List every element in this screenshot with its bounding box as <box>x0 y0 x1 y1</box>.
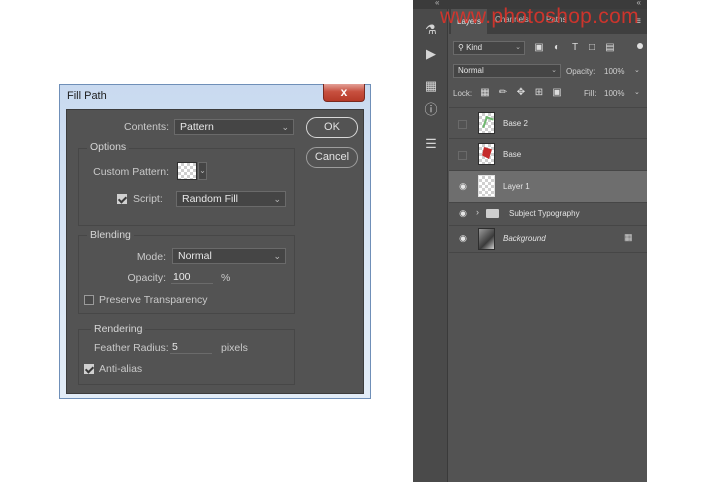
layer-thumbnail <box>478 143 495 165</box>
brush-settings-icon[interactable]: ⚗ <box>422 21 440 39</box>
dialog-body: Contents: Pattern ⌄ Options Custom Patte… <box>66 109 364 394</box>
filter-pixel-icon[interactable]: ▣ <box>533 42 545 53</box>
chevron-down-icon: ⌄ <box>273 194 281 204</box>
opacity-label: Opacity: <box>127 272 166 284</box>
folder-icon <box>486 209 499 218</box>
layers-panel-window: « « ⚗ ▶ ▦ ⓘ ☰ Layers Channels Paths ≡ ⚲ … <box>413 0 647 482</box>
lock-icon: ▦ <box>624 232 633 242</box>
watermark-text: www.photoshop.com <box>440 5 639 28</box>
opacity-label: Opacity: <box>566 67 596 76</box>
rendering-title: Rendering <box>91 323 146 335</box>
layer-row-base[interactable]: Base <box>449 139 647 171</box>
red-shape-thumbnail <box>482 147 492 159</box>
chevron-down-icon: ⌄ <box>551 67 557 74</box>
anti-alias-checkbox[interactable] <box>84 364 94 374</box>
filter-toggle-icon[interactable] <box>637 43 643 49</box>
chevron-down-icon[interactable]: ⌄ <box>634 66 640 74</box>
lock-artboard-icon[interactable]: ⊞ <box>533 87 545 98</box>
lock-transparent-icon[interactable]: ▦ <box>479 87 491 98</box>
mode-label: Mode: <box>136 251 166 263</box>
filter-kind-value: Kind <box>466 43 483 52</box>
contents-value: Pattern <box>180 121 214 133</box>
options-title: Options <box>87 141 130 153</box>
properties-icon[interactable]: ▦ <box>422 77 440 95</box>
feather-radius-label: Feather Radius: <box>94 342 169 354</box>
chevron-down-icon: ⌄ <box>281 122 289 132</box>
contents-label: Contents: <box>124 121 169 133</box>
close-button[interactable]: x <box>323 84 365 102</box>
play-actions-icon[interactable]: ▶ <box>422 45 440 63</box>
layer-row-base-2[interactable]: Base 2 <box>449 107 647 139</box>
ok-button[interactable]: OK <box>306 117 358 138</box>
layer-name: Base 2 <box>503 119 528 128</box>
search-icon: ⚲ <box>458 43 464 52</box>
blending-title: Blending <box>87 229 134 241</box>
fill-label: Fill: <box>584 89 597 98</box>
fill-value[interactable]: 100% <box>604 89 624 98</box>
layer-row-layer-1[interactable]: ◉ Layer 1 <box>449 171 647 203</box>
panel-dock-strip: ⚗ ▶ ▦ ⓘ ☰ <box>413 9 448 482</box>
layer-row-subject-typography[interactable]: ◉ › Subject Typography <box>449 203 647 226</box>
chevron-down-icon: ⌄ <box>273 251 281 261</box>
lock-position-move-icon[interactable]: ✥ <box>515 87 527 98</box>
layer-name: Base <box>503 150 522 159</box>
opacity-unit: % <box>221 272 231 284</box>
script-checkbox[interactable] <box>117 194 127 204</box>
custom-pattern-label: Custom Pattern: <box>93 166 169 178</box>
layer-name: Background <box>503 234 546 243</box>
visibility-toggle-empty[interactable] <box>458 120 467 129</box>
opacity-input[interactable]: 100 <box>171 270 213 284</box>
layer-name: Layer 1 <box>503 182 530 191</box>
preserve-transparency-label: Preserve Transparency <box>99 294 208 306</box>
layer-opacity-value[interactable]: 100% <box>604 67 624 76</box>
blend-mode-select[interactable]: Normal ⌄ <box>453 64 561 78</box>
pattern-swatch[interactable] <box>177 162 197 180</box>
info-icon[interactable]: ⓘ <box>422 101 440 119</box>
pattern-picker-chevron-icon[interactable]: ⌄ <box>198 162 207 180</box>
blend-mode-value: Normal <box>458 66 484 75</box>
layer-name: Subject Typography <box>509 209 580 218</box>
fill-path-dialog: Fill Path x Contents: Pattern ⌄ Options … <box>59 84 371 399</box>
feather-unit: pixels <box>221 342 248 354</box>
options-group <box>78 148 295 226</box>
eye-icon[interactable]: ◉ <box>457 233 469 244</box>
filter-adjustment-icon[interactable]: ◐ <box>551 42 563 53</box>
lock-label: Lock: <box>453 89 473 98</box>
lock-all-icon[interactable]: ▣ <box>551 87 563 98</box>
cancel-button[interactable]: Cancel <box>306 147 358 168</box>
script-label: Script: <box>133 193 163 205</box>
filter-smart-object-icon[interactable]: ▤ <box>604 42 616 53</box>
filter-kind-select[interactable]: ⚲ Kind ⌄ <box>453 41 525 55</box>
collapse-icon[interactable]: « <box>435 0 439 7</box>
filter-type-icon[interactable]: T <box>569 42 581 53</box>
visibility-toggle-empty[interactable] <box>458 151 467 160</box>
mode-value: Normal <box>178 250 212 262</box>
layer-thumbnail <box>478 112 495 134</box>
green-mark-thumbnail <box>482 115 494 131</box>
chevron-down-icon[interactable]: ⌄ <box>634 88 640 96</box>
anti-alias-label: Anti-alias <box>99 363 143 375</box>
rendering-group <box>78 329 295 385</box>
contents-select[interactable]: Pattern ⌄ <box>174 119 294 135</box>
layer-thumbnail <box>478 175 495 197</box>
chevron-right-icon[interactable]: › <box>476 207 479 217</box>
filter-shape-icon[interactable]: □ <box>586 42 598 53</box>
preserve-transparency-checkbox[interactable] <box>84 295 94 305</box>
script-value: Random Fill <box>182 193 239 205</box>
feather-radius-input[interactable]: 5 <box>170 340 212 354</box>
script-select[interactable]: Random Fill ⌄ <box>176 191 286 207</box>
layer-thumbnail <box>478 228 495 250</box>
eye-icon[interactable]: ◉ <box>457 208 469 219</box>
mode-select[interactable]: Normal ⌄ <box>172 248 286 264</box>
lock-image-brush-icon[interactable]: ✏ <box>497 87 509 98</box>
chevron-down-icon: ⌄ <box>515 44 521 51</box>
dialog-title: Fill Path <box>67 90 107 102</box>
layer-row-background[interactable]: ◉ Background ▦ <box>449 226 647 253</box>
paragraph-styles-icon[interactable]: ☰ <box>422 135 440 153</box>
eye-icon[interactable]: ◉ <box>457 181 469 192</box>
